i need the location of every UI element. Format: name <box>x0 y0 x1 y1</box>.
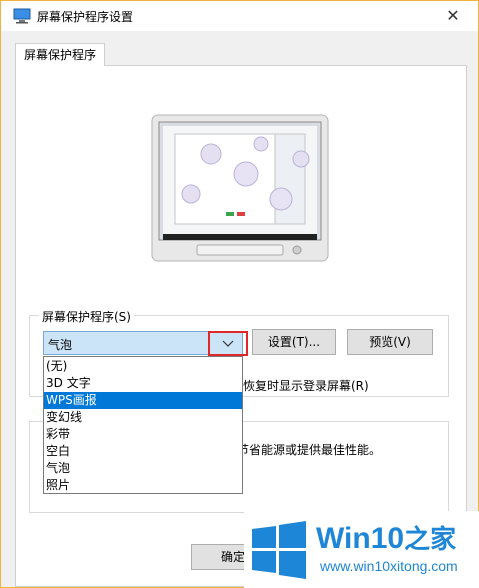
window-title: 屏幕保护程序设置 <box>37 10 134 24</box>
title-bar: 屏幕保护程序设置 ✕ <box>1 1 478 31</box>
preview-button[interactable]: 预览(V) <box>347 329 433 355</box>
option-bubbles[interactable]: 气泡 <box>44 460 242 477</box>
option-mystify[interactable]: 变幻线 <box>44 409 242 426</box>
screensaver-group-label: 屏幕保护程序(S) <box>39 308 134 325</box>
watermark-brand: Win10之家 <box>316 522 457 555</box>
watermark-logo: Win10之家 www.win10xitong.com <box>244 511 479 588</box>
option-wps[interactable]: WPS画报 <box>44 392 242 409</box>
combobox-value: 气泡 <box>48 338 73 352</box>
monitor-preview <box>151 114 329 262</box>
option-none[interactable]: (无) <box>44 358 242 375</box>
windows-logo-icon <box>252 521 306 579</box>
watermark-url: www.win10xitong.com <box>320 558 458 574</box>
power-description: 节省能源或提供最佳性能。 <box>237 443 382 457</box>
close-button[interactable]: ✕ <box>438 4 468 28</box>
monitor-app-icon <box>13 8 31 24</box>
option-3d-text[interactable]: 3D 文字 <box>44 375 242 392</box>
resume-login-label: 恢复时显示登录屏幕(R) <box>243 379 369 393</box>
option-photos[interactable]: 照片 <box>44 477 242 494</box>
combobox-dropdown-button[interactable] <box>208 331 248 356</box>
chevron-down-icon <box>222 340 234 347</box>
option-ribbons[interactable]: 彩带 <box>44 426 242 443</box>
tab-screensaver[interactable]: 屏幕保护程序 <box>15 43 106 66</box>
option-blank[interactable]: 空白 <box>44 443 242 460</box>
screensaver-dropdown-list: (无) 3D 文字 WPS画报 变幻线 彩带 空白 气泡 照片 <box>43 356 243 494</box>
settings-button[interactable]: 设置(T)... <box>252 329 336 355</box>
screensaver-settings-window: 屏幕保护程序设置 ✕ 屏幕保护程序 屏幕保护程序(S) 气泡 设置(T)... … <box>0 0 479 588</box>
